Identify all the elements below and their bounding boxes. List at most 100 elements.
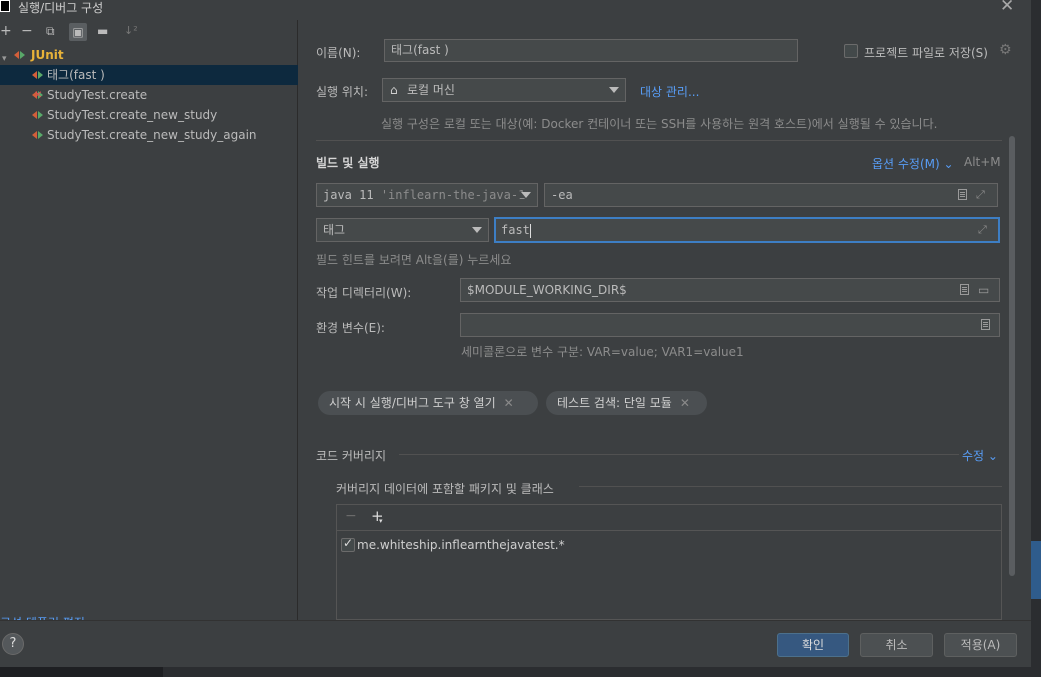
env-label: 환경 변수(E): (316, 321, 385, 335)
workdir-label: 작업 디렉터리(W): (316, 286, 412, 300)
coverage-modify-label: 수정 (962, 449, 985, 463)
coverage-heading: 코드 커버리지 (316, 449, 387, 463)
tree-item-tag-fast[interactable]: 태그(fast ) (0, 65, 298, 85)
minus-icon[interactable]: − (345, 508, 357, 524)
run-debug-dialog: 실행/디버그 구성 ✕ + − ⧉ ▣ ▬ ↓² ▾ JUnit 태그(fast… (0, 0, 1031, 667)
expand-icon[interactable]: ⤢ (978, 219, 987, 241)
coverage-modify-link[interactable]: 수정 ⌄ (962, 447, 998, 464)
apply-button[interactable]: 적용(A) (944, 633, 1017, 657)
tree-root-junit[interactable]: ▾ JUnit (0, 45, 298, 65)
junit-test-icon (32, 111, 43, 120)
build-run-heading: 빌드 및 실행 (316, 156, 380, 170)
vm-options-input[interactable]: -ea ⤢ (544, 183, 998, 207)
divider (316, 140, 1002, 141)
run-on-value: 로컬 머신 (407, 83, 455, 97)
option-chip-open-tool-window[interactable]: 시작 시 실행/디버그 도구 창 열기 ✕ (318, 391, 538, 415)
list-item[interactable]: me.whiteship.inflearnthejavatest.* (341, 536, 991, 555)
sort-icon[interactable]: ↓² (124, 24, 138, 38)
option-chip-label: 테스트 검색: 단일 모듈 (557, 396, 672, 410)
document-icon[interactable] (958, 189, 967, 200)
junit-test-error-icon: ✕ (32, 90, 43, 101)
workdir-value: $MODULE_WORKING_DIR$ (467, 283, 627, 297)
scrollbar[interactable] (1009, 136, 1015, 576)
tree-item-label: StudyTest.create_new_study (47, 108, 218, 122)
new-folder-icon[interactable]: ▬ (97, 24, 108, 38)
tree-item-label: 태그(fast ) (47, 68, 105, 82)
configuration-form: 이름(N): 태그(fast ) 프로젝트 파일로 저장(S) ⚙ 실행 위치:… (299, 20, 1031, 620)
background-accent (1031, 541, 1041, 599)
modify-options-label: 옵션 수정(M) (872, 157, 940, 171)
close-icon[interactable]: ✕ (504, 396, 514, 410)
chevron-down-icon (609, 87, 619, 93)
jre-module: 'inflearn-the-java-1 (380, 188, 526, 202)
option-chip-test-search[interactable]: 테스트 검색: 단일 모듈 ✕ (546, 391, 707, 415)
run-on-label: 실행 위치: (316, 85, 369, 99)
junit-test-icon (32, 71, 43, 80)
document-icon[interactable] (960, 284, 969, 295)
tree-item-studytest-create[interactable]: ✕ StudyTest.create (0, 85, 298, 105)
minus-icon[interactable]: − (21, 24, 33, 38)
jre-value: java 11 (323, 188, 374, 202)
test-kind-select[interactable]: 태그 (316, 218, 489, 242)
tree-item-create-new-study[interactable]: StudyTest.create_new_study (0, 105, 298, 125)
divider (399, 454, 959, 455)
tree-item-label: StudyTest.create_new_study_again (47, 128, 257, 142)
coverage-list-toolbar: − + ▾ (337, 505, 1001, 531)
chevron-down-icon (521, 192, 531, 198)
test-kind-value: 태그 (323, 223, 346, 237)
save-icon[interactable]: ▣ (69, 23, 87, 41)
coverage-item-checkbox[interactable] (341, 536, 355, 552)
cancel-button[interactable]: 취소 (860, 633, 933, 657)
manage-targets-link[interactable]: 대상 관리... (640, 83, 699, 100)
gear-icon[interactable]: ⚙ (999, 42, 1012, 58)
chevron-down-icon (472, 227, 482, 233)
folder-icon[interactable]: ▭ (978, 279, 989, 301)
field-hint: 필드 힌트를 보려면 Alt을(를) 누르세요 (316, 253, 512, 267)
document-icon[interactable] (981, 319, 990, 330)
store-as-project-file-checkbox[interactable] (844, 44, 858, 58)
copy-icon[interactable]: ⧉ (46, 24, 55, 38)
env-hint: 세미콜론으로 변수 구분: VAR=value; VAR1=value1 (461, 345, 744, 359)
run-on-hint: 실행 구성은 로컬 또는 대상(예: Docker 컨테이너 또는 SSH를 사… (381, 117, 938, 131)
background-taskbar (0, 667, 163, 677)
expand-icon[interactable]: ⤢ (976, 184, 985, 206)
tag-expression-value: fast (501, 223, 530, 237)
configurations-sidebar: + − ⧉ ▣ ▬ ↓² ▾ JUnit 태그(fast ) ✕ StudyTe… (0, 20, 298, 630)
home-icon: ⌂ (390, 83, 398, 97)
store-as-project-file-label: 프로젝트 파일로 저장(S) (864, 46, 988, 60)
tree-item-create-new-study-again[interactable]: StudyTest.create_new_study_again (0, 125, 298, 145)
modify-options-link[interactable]: 옵션 수정(M) ⌄ (872, 155, 954, 172)
ok-button[interactable]: 확인 (777, 633, 849, 657)
tree-root-label: JUnit (31, 48, 64, 62)
divider (579, 486, 1002, 487)
background-window (1031, 0, 1041, 677)
name-input[interactable]: 태그(fast ) (384, 39, 798, 62)
dialog-footer: ? 확인 취소 적용(A) (0, 620, 1031, 667)
dialog-title: 실행/디버그 구성 (18, 1, 104, 15)
background-window (0, 667, 1041, 677)
coverage-package-list: − + ▾ me.whiteship.inflearnthejavatest.* (336, 504, 1002, 620)
tree-item-label: StudyTest.create (47, 88, 148, 102)
app-icon (0, 0, 10, 12)
plus-icon[interactable]: + (0, 24, 12, 38)
close-icon[interactable]: ✕ (1000, 0, 1014, 16)
run-on-select[interactable]: ⌂ 로컬 머신 (382, 78, 626, 102)
text-cursor (529, 223, 531, 238)
junit-test-icon (32, 131, 43, 140)
coverage-item-label: me.whiteship.inflearnthejavatest.* (357, 538, 565, 552)
option-chip-label: 시작 시 실행/디버그 도구 창 열기 (329, 396, 496, 410)
workdir-input[interactable]: $MODULE_WORKING_DIR$ ▭ (460, 278, 1000, 302)
close-icon[interactable]: ✕ (680, 396, 690, 410)
modify-options-shortcut: Alt+M (964, 155, 1001, 169)
junit-icon (14, 51, 25, 60)
tag-expression-input[interactable]: fast ⤢ (494, 217, 1000, 243)
jre-select[interactable]: java 11 'inflearn-the-java-1 (316, 183, 538, 207)
vm-options-value: -ea (551, 188, 573, 202)
name-label: 이름(N): (316, 46, 361, 60)
title-bar: 실행/디버그 구성 ✕ (0, 0, 1031, 18)
chevron-down-icon[interactable]: ▾ (379, 517, 383, 525)
sidebar-toolbar: + − ⧉ ▣ ▬ ↓² (0, 22, 298, 42)
help-button[interactable]: ? (2, 633, 24, 655)
coverage-include-heading: 커버리지 데이터에 포함할 패키지 및 클래스 (336, 482, 554, 496)
env-input[interactable] (460, 313, 1000, 337)
